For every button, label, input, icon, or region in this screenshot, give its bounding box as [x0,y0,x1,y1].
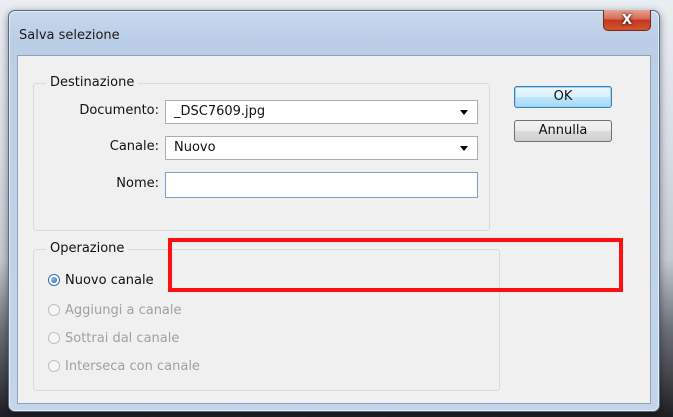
radio-icon [48,274,60,286]
radio-intersect-with-channel[interactable]: Interseca con canale [48,357,200,375]
ok-button[interactable]: OK [514,86,612,108]
destination-legend: Destinazione [46,75,139,90]
chevron-down-icon [460,146,468,151]
radio-label: Aggiungi a canale [65,302,182,318]
radio-subtract-from-channel[interactable]: Sottrai dal canale [48,329,179,347]
close-icon: X [621,12,633,28]
name-field[interactable] [165,172,478,198]
chevron-down-icon [460,110,468,115]
radio-label: Interseca con canale [65,358,200,374]
radio-label: Nuovo canale [65,272,154,288]
close-button[interactable]: X [603,10,651,31]
document-label: Documento: [79,103,159,118]
name-label: Nome: [116,176,159,191]
document-select[interactable]: _DSC7609.jpg [165,100,478,124]
radio-add-to-channel[interactable]: Aggiungi a canale [48,301,182,319]
highlight-annotation [168,238,623,292]
operation-legend: Operazione [46,241,129,256]
save-selection-dialog: Salva selezione X Destinazione Documento… [8,10,660,412]
channel-label: Canale: [109,139,159,154]
dialog-client-area: Destinazione Documento: _DSC7609.jpg Can… [17,55,651,404]
channel-select-value: Nuovo [174,140,216,155]
radio-icon [48,332,60,344]
cancel-button[interactable]: Annulla [514,120,612,142]
radio-label: Sottrai dal canale [65,330,180,346]
dialog-title: Salva selezione [19,28,120,43]
document-select-value: _DSC7609.jpg [174,104,266,119]
channel-select[interactable]: Nuovo [165,136,478,160]
destination-group: Destinazione Documento: _DSC7609.jpg Can… [33,75,490,231]
radio-icon [48,360,60,372]
radio-new-channel[interactable]: Nuovo canale [48,271,154,289]
radio-icon [48,304,60,316]
